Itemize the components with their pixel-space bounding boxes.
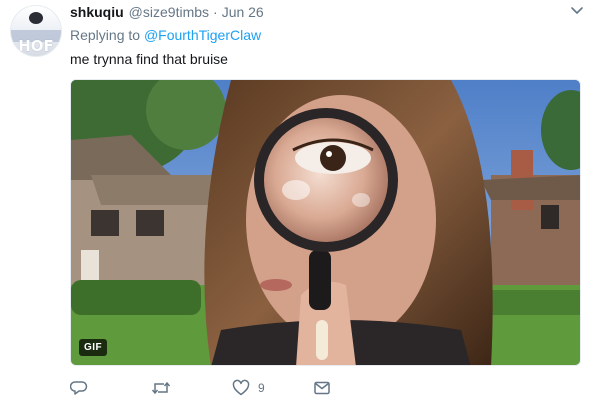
- like-button[interactable]: 9: [232, 378, 265, 398]
- user-handle[interactable]: @size9timbs: [129, 4, 209, 20]
- gif-frame: [71, 80, 580, 365]
- retweet-icon: [151, 381, 171, 395]
- retweet-button[interactable]: [151, 378, 171, 398]
- gif-media[interactable]: GIF: [70, 79, 581, 366]
- chevron-down-icon[interactable]: [570, 6, 584, 16]
- tweet-date[interactable]: Jun 26: [222, 4, 264, 20]
- gif-badge: GIF: [79, 339, 108, 356]
- reply-icon: [70, 381, 88, 395]
- separator-dot: ·: [213, 4, 218, 20]
- like-count: 9: [258, 381, 265, 395]
- avatar-figure: [29, 12, 43, 24]
- heart-icon: [232, 379, 250, 396]
- tweet-actions: 9: [70, 378, 370, 398]
- display-name[interactable]: shkuqiu: [70, 4, 124, 20]
- avatar[interactable]: HOF: [10, 5, 62, 57]
- reply-prefix: Replying to: [70, 27, 144, 43]
- reply-context: Replying to @FourthTigerClaw: [70, 27, 261, 43]
- reply-mention-link[interactable]: @FourthTigerClaw: [144, 27, 261, 43]
- tweet[interactable]: HOF shkuqiu @size9timbs · Jun 26 Replyin…: [0, 0, 600, 400]
- reply-button[interactable]: [70, 378, 88, 398]
- envelope-icon: [314, 381, 330, 395]
- avatar-logo-text: HOF: [18, 37, 54, 55]
- tweet-text: me trynna find that bruise: [70, 51, 228, 67]
- message-button[interactable]: [313, 378, 331, 398]
- tweet-header: shkuqiu @size9timbs · Jun 26: [70, 4, 264, 22]
